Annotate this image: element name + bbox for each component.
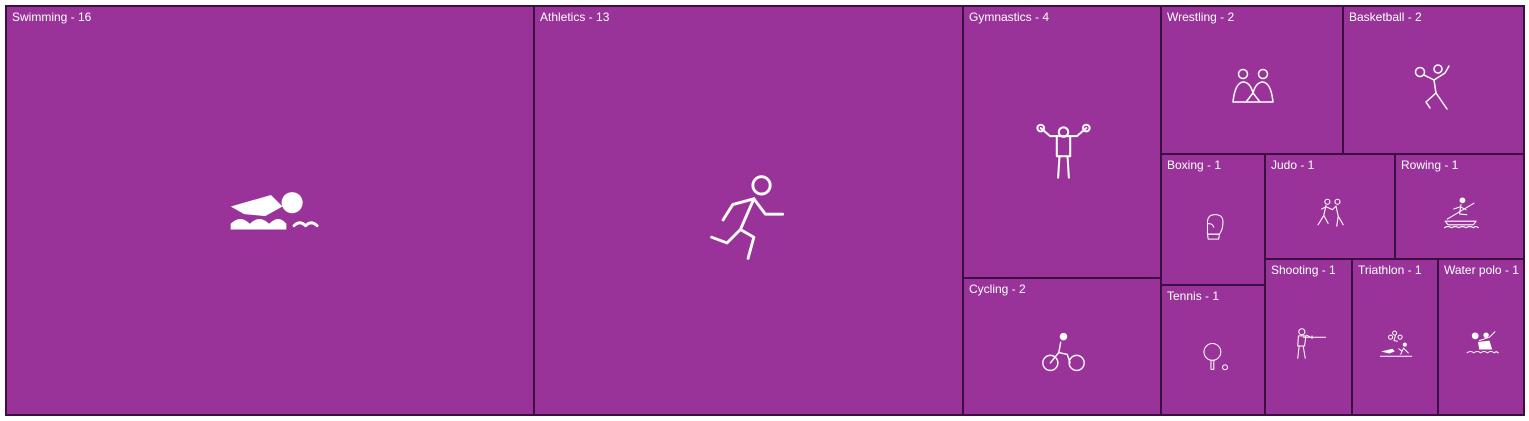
table-tennis-icon	[1203, 342, 1228, 371]
treemap-tile-boxing[interactable]: Boxing - 1	[1161, 154, 1265, 285]
tile-label: Gymnastics - 4	[969, 10, 1050, 24]
tile-label: Tennis - 1	[1167, 289, 1220, 303]
tile-label: Cycling - 2	[969, 282, 1026, 296]
treemap-tile-triathlon[interactable]: Triathlon - 1	[1352, 259, 1438, 415]
boxing-icon	[1206, 214, 1224, 240]
gymnastics-icon	[1036, 123, 1091, 179]
treemap-tile-swimming[interactable]: Swimming - 16	[6, 6, 534, 415]
swimming-icon	[230, 192, 319, 230]
treemap-tile-wrestling[interactable]: Wrestling - 2	[1161, 6, 1343, 154]
triathlon-icon	[1379, 330, 1413, 357]
treemap-tile-judo[interactable]: Judo - 1	[1265, 154, 1395, 259]
treemap-tile-tennis[interactable]: Tennis - 1	[1161, 285, 1265, 415]
tile-label: Boxing - 1	[1167, 158, 1222, 172]
tile-label: Swimming - 16	[12, 10, 92, 24]
shooting-icon	[1297, 328, 1327, 359]
tile-label: Basketball - 2	[1349, 10, 1422, 24]
treemap-tile-gymnastics[interactable]: Gymnastics - 4	[963, 6, 1161, 278]
tile-label: Athletics - 13	[540, 10, 610, 24]
water-polo-icon	[1466, 331, 1499, 354]
treemap-chart: Swimming - 16 Athletics - 13 Gymnastics - …	[5, 5, 1525, 416]
treemap-tile-water-polo[interactable]: Water polo - 1	[1438, 259, 1524, 415]
treemap-tile-athletics[interactable]: Athletics - 13	[534, 6, 963, 415]
judo-icon	[1317, 198, 1344, 227]
cycling-icon	[1042, 332, 1085, 372]
tile-label: Wrestling - 2	[1167, 10, 1235, 24]
treemap-tile-cycling[interactable]: Cycling - 2	[963, 278, 1161, 415]
tile-label: Judo - 1	[1271, 158, 1315, 172]
tile-label: Triathlon - 1	[1358, 263, 1422, 277]
tile-label: Water polo - 1	[1444, 263, 1519, 277]
basketball-icon	[1414, 64, 1450, 110]
treemap-tile-rowing[interactable]: Rowing - 1	[1395, 154, 1524, 259]
treemap-tile-basketball[interactable]: Basketball - 2	[1343, 6, 1524, 154]
wrestling-icon	[1232, 68, 1274, 103]
tile-label: Shooting - 1	[1271, 263, 1336, 277]
treemap-tile-shooting[interactable]: Shooting - 1	[1265, 259, 1352, 415]
rowing-icon	[1443, 197, 1479, 229]
athletics-icon	[710, 175, 785, 260]
tile-label: Rowing - 1	[1401, 158, 1459, 172]
